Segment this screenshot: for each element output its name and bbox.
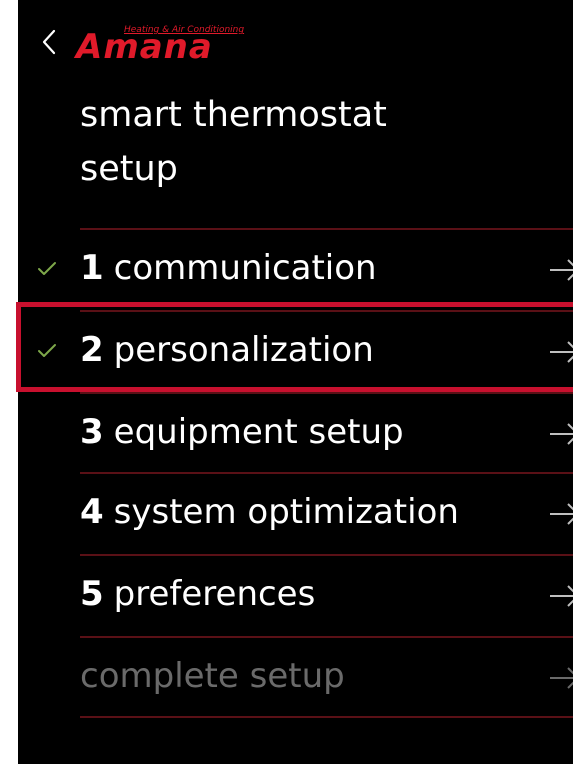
step-equipment-setup[interactable]: 3 equipment setup [18, 394, 573, 474]
arrow-right-icon [550, 259, 573, 281]
step-system-optimization[interactable]: 4 system optimization [18, 474, 573, 554]
step-text: personalization [113, 330, 374, 370]
amana-logo: Heating & Air Conditioning Amana [74, 24, 254, 68]
chevron-left-icon [42, 29, 56, 55]
arrow-right-icon [550, 341, 573, 363]
step-personalization[interactable]: 2 personalization [18, 312, 573, 392]
back-button[interactable] [36, 26, 62, 58]
page-title: smart thermostat setup [80, 88, 500, 196]
check-icon [38, 262, 56, 275]
step-complete-setup: complete setup [18, 638, 573, 718]
step-label: complete setup [80, 654, 345, 698]
step-number: 2 [80, 330, 104, 370]
step-preferences[interactable]: 5 preferences [18, 556, 573, 636]
step-label: 4 system optimization [80, 490, 459, 534]
step-label: 1 communication [80, 246, 377, 290]
arrow-right-icon [550, 423, 573, 445]
step-number: 3 [80, 412, 104, 452]
brand-wordmark: Amana [76, 27, 213, 67]
step-label: 2 personalization [80, 328, 374, 372]
title-line-1: smart thermostat [80, 95, 387, 135]
step-number: 4 [80, 492, 104, 532]
step-label: 5 preferences [80, 572, 315, 616]
step-text: preferences [113, 574, 316, 614]
step-text: communication [113, 248, 377, 288]
arrow-right-icon [550, 503, 573, 525]
step-text: complete setup [80, 656, 345, 696]
step-text: system optimization [113, 492, 459, 532]
arrow-right-icon [550, 667, 573, 689]
step-number: 5 [80, 574, 104, 614]
step-text: equipment setup [113, 412, 404, 452]
divider [80, 716, 573, 718]
step-number: 1 [80, 248, 104, 288]
title-line-2: setup [80, 149, 178, 189]
arrow-right-icon [550, 585, 573, 607]
check-icon [38, 344, 56, 357]
step-communication[interactable]: 1 communication [18, 230, 573, 310]
thermostat-screen: Heating & Air Conditioning Amana smart t… [18, 0, 573, 764]
step-label: 3 equipment setup [80, 410, 404, 454]
